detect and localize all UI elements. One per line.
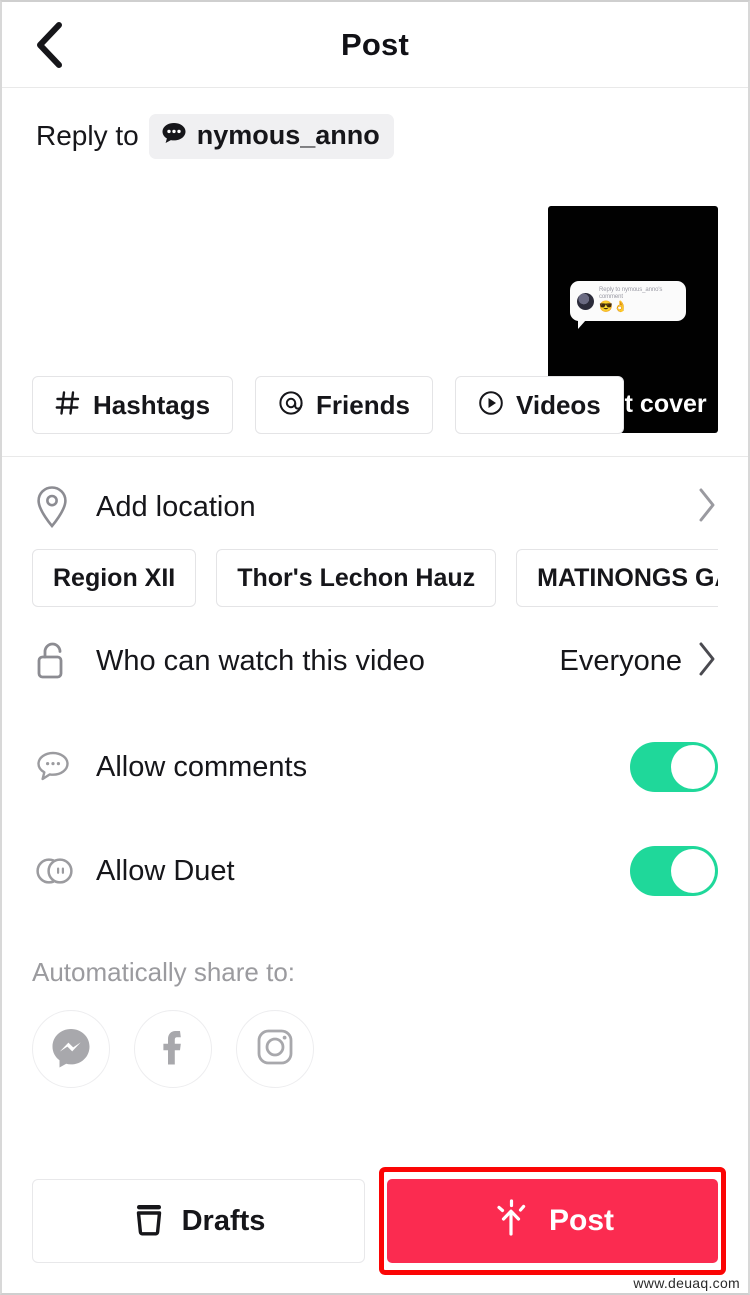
tag-buttons-row: Hashtags Friends Videos	[32, 376, 624, 434]
add-location-row[interactable]: Add location	[32, 457, 718, 557]
toggle-knob	[671, 745, 715, 789]
post-button-wrapper: Post	[379, 1167, 726, 1275]
chevron-right-icon	[696, 487, 718, 528]
header-bar: Post	[2, 2, 748, 88]
duet-circles-icon	[32, 850, 84, 892]
share-targets-row	[32, 1010, 718, 1088]
location-chip[interactable]: Thor's Lechon Hauz	[216, 549, 497, 607]
toggle-knob	[671, 849, 715, 893]
location-chip[interactable]: Region XII	[32, 549, 197, 607]
instagram-icon	[253, 1025, 297, 1074]
allow-comments-label: Allow comments	[96, 750, 308, 783]
back-button[interactable]	[16, 12, 82, 78]
post-label: Post	[548, 1204, 614, 1237]
watermark: www.deuaq.com	[633, 1275, 740, 1291]
location-suggestions-row[interactable]: Region XII Thor's Lechon Hauz MATINONGS …	[32, 549, 718, 607]
hashtags-label: Hashtags	[93, 389, 211, 420]
videos-label: Videos	[515, 389, 601, 420]
share-instagram-button[interactable]	[236, 1010, 314, 1088]
privacy-label: Who can watch this video	[96, 644, 425, 677]
post-screen: Post Reply to nymous_anno Reply to nymou…	[0, 0, 750, 1295]
share-section-title: Automatically share to:	[32, 957, 296, 987]
allow-duet-label: Allow Duet	[96, 854, 235, 887]
chevron-right-icon	[696, 641, 718, 682]
options-section: Add location Region XII Thor's Lechon Ha…	[2, 457, 748, 1088]
cover-bubble-text: Reply to nymous_anno's comment	[599, 287, 663, 300]
messenger-icon	[48, 1024, 94, 1075]
share-messenger-button[interactable]	[32, 1010, 110, 1088]
hashtags-button[interactable]: Hashtags	[32, 376, 234, 434]
allow-duet-toggle[interactable]	[630, 846, 718, 896]
cover-bubble-emoji: 😎👌	[599, 300, 629, 313]
post-button[interactable]: Post	[387, 1179, 718, 1263]
at-icon	[278, 390, 304, 421]
friends-label: Friends	[316, 389, 410, 420]
reply-to-chip[interactable]: nymous_anno	[148, 113, 394, 159]
page-title: Post	[341, 26, 409, 62]
post-arrow-icon	[491, 1198, 531, 1245]
avatar	[577, 293, 594, 310]
cover-preview-bubble: Reply to nymous_anno's comment 😎👌	[570, 281, 686, 329]
privacy-value: Everyone	[559, 644, 682, 677]
videos-button[interactable]: Videos	[454, 376, 624, 434]
play-circle-icon	[478, 390, 504, 421]
chevron-left-icon	[32, 21, 66, 69]
share-facebook-button[interactable]	[134, 1010, 212, 1088]
caption-section: Reply to nymous_anno Reply to nymous_ann…	[2, 88, 748, 457]
unlock-icon	[32, 638, 84, 684]
facebook-icon	[150, 1024, 196, 1075]
reply-to-username: nymous_anno	[196, 119, 380, 150]
add-location-label: Add location	[96, 490, 256, 523]
location-chip[interactable]: MATINONGS GARDE...	[516, 549, 718, 607]
reply-to-label: Reply to	[36, 120, 139, 151]
hash-icon	[55, 390, 81, 421]
allow-comments-toggle[interactable]	[630, 742, 718, 792]
bottom-action-bar: Drafts Post	[32, 1167, 726, 1275]
comment-bubble-icon	[161, 120, 187, 151]
drafts-button[interactable]: Drafts	[32, 1179, 365, 1263]
drafts-label: Drafts	[181, 1204, 266, 1237]
drafts-box-icon	[132, 1201, 166, 1242]
reply-to-row: Reply to nymous_anno	[36, 113, 714, 159]
friends-button[interactable]: Friends	[255, 376, 433, 434]
allow-duet-row[interactable]: Allow Duet	[32, 819, 718, 923]
map-pin-icon	[32, 484, 84, 530]
privacy-row[interactable]: Who can watch this video Everyone	[32, 607, 718, 715]
allow-comments-row[interactable]: Allow comments	[32, 715, 718, 819]
comment-dots-icon	[32, 746, 84, 788]
